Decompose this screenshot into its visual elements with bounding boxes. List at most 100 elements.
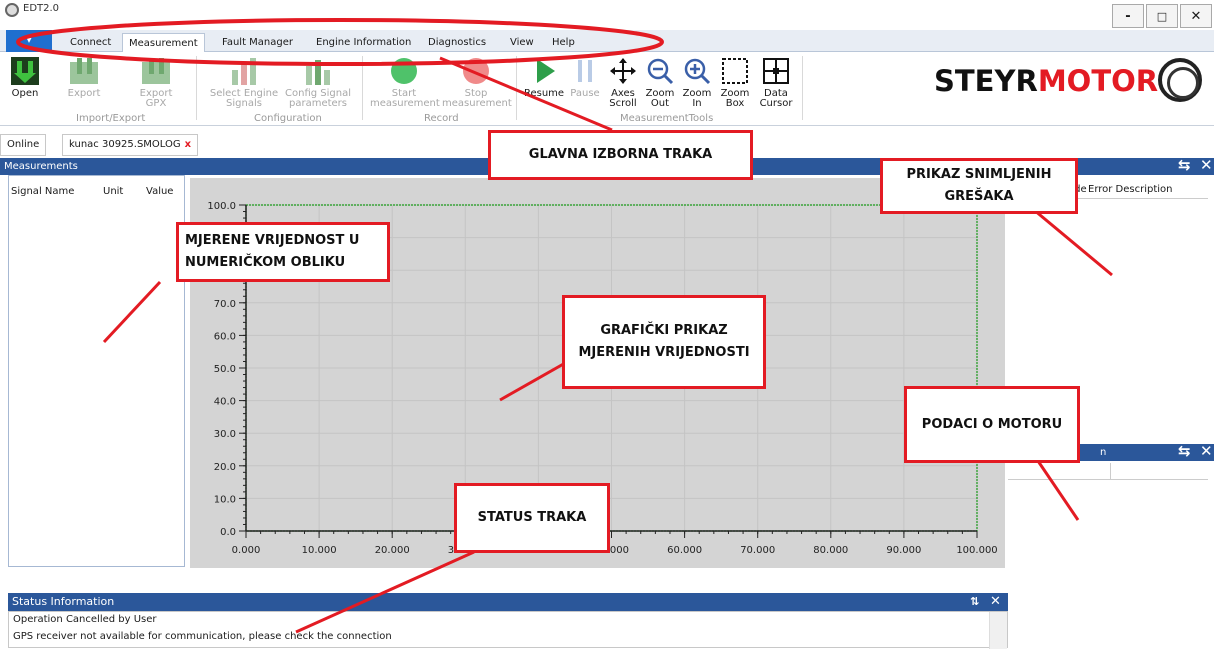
play-icon bbox=[537, 59, 555, 83]
x-tick-label: 90.000 bbox=[886, 545, 921, 556]
annotation-engine-data: PODACI O MOTORU bbox=[904, 386, 1080, 463]
y-tick-label: 50.0 bbox=[214, 364, 236, 375]
start-measurement-button[interactable]: Start measurement bbox=[368, 56, 440, 109]
pause-button[interactable]: Pause bbox=[568, 56, 602, 99]
status-panel: Operation Cancelled by User GPS receiver… bbox=[8, 611, 1008, 649]
open-button[interactable]: Open bbox=[8, 56, 42, 99]
data-cursor-label: Data Cursor bbox=[759, 88, 793, 109]
resume-label: Resume bbox=[523, 88, 565, 99]
engine-header-divider bbox=[1008, 479, 1208, 480]
status-scrollbar[interactable] bbox=[989, 612, 1007, 649]
data-cursor-icon bbox=[763, 58, 789, 84]
measurements-title: Measurements bbox=[4, 161, 78, 172]
resume-button[interactable]: Resume bbox=[522, 56, 566, 99]
close-tab-icon[interactable]: x bbox=[185, 139, 191, 150]
x-tick-label: 100.000 bbox=[956, 545, 997, 556]
ribbon-separator bbox=[196, 56, 197, 120]
group-measurement-tools-label: MeasurementTools bbox=[620, 113, 714, 124]
stop-record-icon bbox=[463, 58, 489, 84]
export-gpx-button[interactable]: Export GPX bbox=[136, 56, 176, 109]
tab-log-file[interactable]: kunac 30925.SMOLOG x bbox=[62, 134, 199, 156]
start-measurement-label: Start measurement bbox=[370, 88, 440, 109]
status-line: Operation Cancelled by User bbox=[13, 614, 157, 625]
status-header: Status Information ⇅ ✕ bbox=[8, 593, 1008, 611]
group-import-export-label: Import/Export bbox=[76, 113, 146, 124]
pin-icon[interactable]: ⇆ bbox=[1178, 443, 1191, 460]
engine-signals-icon bbox=[232, 58, 256, 85]
tab-engine-information[interactable]: Engine Information bbox=[310, 33, 417, 52]
zoom-box-button[interactable]: Zoom Box bbox=[718, 56, 752, 109]
steyr-motors-logo: STEYRMOTORS bbox=[934, 64, 1179, 98]
pause-label: Pause bbox=[570, 88, 600, 99]
status-line: GPS receiver not available for communica… bbox=[13, 631, 392, 642]
column-unit: Unit bbox=[103, 186, 124, 197]
export-gpx-icon bbox=[142, 58, 170, 84]
close-panel-icon[interactable]: ✕ bbox=[1200, 443, 1213, 460]
x-tick-label: 80.000 bbox=[813, 545, 848, 556]
window-title: EDT2.0 bbox=[23, 3, 60, 14]
app-logo-icon bbox=[5, 3, 19, 17]
zoom-box-label: Zoom Box bbox=[720, 88, 750, 109]
zoom-in-button[interactable]: Zoom In bbox=[680, 56, 714, 109]
export-button[interactable]: Export bbox=[64, 56, 104, 99]
y-tick-label: 20.0 bbox=[214, 462, 236, 473]
close-panel-icon[interactable]: ✕ bbox=[1200, 157, 1213, 174]
y-tick-label: 100.0 bbox=[207, 201, 236, 212]
zoom-out-label: Zoom Out bbox=[645, 88, 675, 109]
axes-scroll-icon bbox=[610, 58, 636, 84]
data-cursor-button[interactable]: Data Cursor bbox=[756, 56, 796, 109]
config-signal-parameters-label: Config Signal parameters bbox=[285, 88, 351, 109]
export-icon bbox=[70, 58, 98, 84]
x-tick-label: 10.000 bbox=[302, 545, 337, 556]
y-tick-label: 60.0 bbox=[214, 331, 236, 342]
zoom-out-icon bbox=[647, 58, 674, 85]
annotation-recorded-errors: PRIKAZ SNIMLJENIH GREŠAKA bbox=[880, 158, 1078, 214]
stop-measurement-button[interactable]: Stop measurement bbox=[440, 56, 512, 109]
x-tick-label: 70.000 bbox=[740, 545, 775, 556]
column-value: Value bbox=[146, 186, 174, 197]
close-button[interactable]: ✕ bbox=[1180, 4, 1212, 28]
tab-measurement[interactable]: Measurement bbox=[122, 33, 205, 52]
group-record-label: Record bbox=[424, 113, 459, 124]
ribbon-separator bbox=[362, 56, 363, 120]
file-menu-button[interactable]: ▾ bbox=[6, 30, 52, 52]
x-tick-label: 20.000 bbox=[375, 545, 410, 556]
zoom-in-label: Zoom In bbox=[682, 88, 712, 109]
tab-online[interactable]: Online bbox=[0, 134, 47, 156]
tab-view[interactable]: View bbox=[504, 33, 540, 52]
y-tick-label: 10.0 bbox=[214, 494, 236, 505]
ribbon: Open Export Export GPX Import/Export Sel… bbox=[0, 52, 1214, 126]
tab-fault-manager[interactable]: Fault Manager bbox=[216, 33, 299, 52]
zoom-in-icon bbox=[684, 58, 711, 85]
tab-help[interactable]: Help bbox=[546, 33, 581, 52]
x-tick-label: 0.000 bbox=[232, 545, 261, 556]
title-bar: EDT2.0 - □ ✕ bbox=[0, 0, 1214, 30]
select-engine-signals-button[interactable]: Select Engine Signals bbox=[204, 56, 284, 109]
tab-connect[interactable]: Connect bbox=[64, 33, 117, 52]
y-tick-label: 70.0 bbox=[214, 299, 236, 310]
close-status-icon[interactable]: ✕ bbox=[990, 593, 1001, 611]
measurements-panel: Signal Name Unit Value bbox=[8, 175, 185, 567]
config-signal-parameters-button[interactable]: Config Signal parameters bbox=[283, 56, 353, 109]
stop-measurement-label: Stop measurement bbox=[442, 88, 512, 109]
annotation-status-bar: STATUS TRAKA bbox=[454, 483, 610, 553]
pause-icon bbox=[578, 60, 592, 82]
pin-icon[interactable]: ⇆ bbox=[1178, 157, 1191, 174]
y-tick-label: 40.0 bbox=[214, 397, 236, 408]
sort-icon[interactable]: ⇅ bbox=[970, 593, 979, 611]
open-label: Open bbox=[11, 88, 39, 99]
axes-scroll-button[interactable]: Axes Scroll bbox=[606, 56, 640, 109]
open-icon bbox=[11, 57, 39, 85]
y-tick-label: 0.0 bbox=[220, 527, 236, 538]
tab-diagnostics[interactable]: Diagnostics bbox=[422, 33, 492, 52]
ribbon-tab-strip: ▾ Connect Measurement Fault Manager Engi… bbox=[0, 30, 1214, 52]
logo-steyr-text: STEYR bbox=[934, 64, 1038, 98]
minimize-button[interactable]: - bbox=[1112, 4, 1144, 28]
ribbon-separator bbox=[516, 56, 517, 120]
annotation-numeric-values: MJERENE VRIJEDNOST U NUMERIČKOM OBLIKU bbox=[176, 222, 390, 282]
annotation-main-ribbon: GLAVNA IZBORNA TRAKA bbox=[488, 130, 753, 180]
zoom-out-button[interactable]: Zoom Out bbox=[643, 56, 677, 109]
export-gpx-label: Export GPX bbox=[139, 88, 173, 109]
maximize-button[interactable]: □ bbox=[1146, 4, 1178, 28]
group-configuration-label: Configuration bbox=[254, 113, 322, 124]
